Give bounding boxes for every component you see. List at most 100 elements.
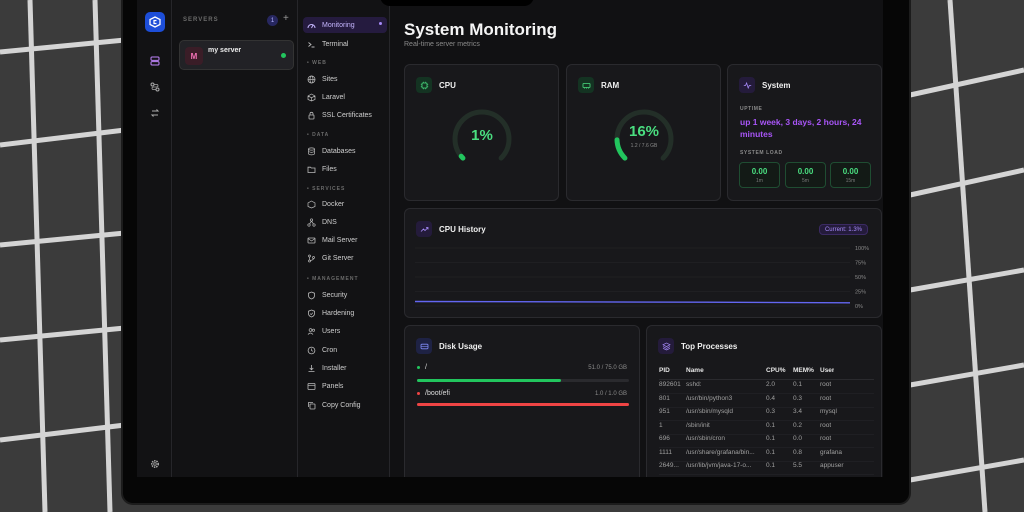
- load-value: 0.00: [751, 167, 768, 176]
- nav-item-copy-config[interactable]: Copy Config: [303, 397, 387, 413]
- panel-icon: [307, 382, 316, 391]
- nav-section-management: • MANAGEMENT: [307, 276, 359, 282]
- servers-panel: SERVERS 1 + M my server: [173, 0, 298, 477]
- process-user: root: [820, 435, 832, 442]
- nav-item-terminal[interactable]: Terminal: [303, 36, 387, 52]
- ram-card: RAM 16% 1.2 / 7.6 GB: [566, 64, 721, 201]
- nav-item-laravel[interactable]: Laravel: [303, 89, 387, 105]
- disk-bar-fill: [417, 379, 562, 382]
- nav-item-sites[interactable]: Sites: [303, 71, 387, 87]
- disk-title: Disk Usage: [439, 342, 483, 351]
- nav-label: Panels: [322, 382, 344, 390]
- nav-item-security[interactable]: Security: [303, 287, 387, 303]
- disk-mount: /: [425, 364, 427, 371]
- clock-icon: [307, 346, 316, 355]
- cpu-chip-icon: [416, 77, 432, 93]
- cpu-history-title: CPU History: [439, 225, 486, 234]
- nav-item-monitoring[interactable]: Monitoring: [303, 17, 387, 33]
- cpu-title: CPU: [439, 81, 456, 90]
- nav-item-cron[interactable]: Cron: [303, 342, 387, 358]
- nav-label: DNS: [322, 218, 337, 226]
- route-rail-icon[interactable]: [146, 78, 164, 96]
- app-logo-icon[interactable]: [145, 12, 165, 32]
- nav-label: Hardening: [322, 309, 355, 317]
- nav-item-hardening[interactable]: Hardening: [303, 305, 387, 321]
- process-row[interactable]: 1111/usr/share/grafana/bin... 0.1 0.8 grafa…: [659, 449, 874, 462]
- process-name: /usr/sbin/cron: [686, 435, 726, 442]
- cpu-history-card: CPU History Current: 1.3% 100% 75% 50% 25% 0…: [404, 208, 882, 318]
- process-cpu: 2.0: [766, 381, 776, 388]
- nav-item-mail-server[interactable]: Mail Server: [303, 232, 387, 248]
- nav-item-dns[interactable]: DNS: [303, 214, 387, 230]
- main-content: System Monitoring Real-time server metri…: [391, 0, 883, 477]
- processes-title: Top Processes: [681, 342, 738, 351]
- process-pid: 801: [659, 394, 670, 402]
- server-name: my server: [208, 47, 242, 54]
- col-pid: PID: [659, 367, 670, 374]
- nav-label: Files: [322, 165, 337, 173]
- shield-icon: [307, 291, 316, 300]
- nav-item-users[interactable]: Users: [303, 323, 387, 339]
- activity-icon: [739, 77, 755, 93]
- process-row[interactable]: 801/usr/bin/python3 0.4 0.3 root: [659, 395, 874, 408]
- disk-bar-track: [417, 403, 629, 406]
- process-cpu: 0.1: [766, 421, 776, 429]
- mail-icon: [307, 236, 316, 245]
- process-pid: 951: [659, 408, 670, 415]
- process-user: root: [820, 394, 832, 402]
- process-row[interactable]: 1/sbin/init 0.1 0.2 root: [659, 422, 874, 435]
- uptime-label: UPTIME: [740, 106, 763, 112]
- server-card[interactable]: M my server: [179, 40, 294, 70]
- process-pid: 892601: [659, 381, 681, 388]
- servers-count-badge: 1: [267, 15, 278, 26]
- feature-nav: Monitoring Terminal • WEB Sites Laravel …: [298, 0, 390, 477]
- process-row[interactable]: 892601 sshd: 2.0 0.1 root: [659, 381, 874, 394]
- nav-item-git-server[interactable]: Git Server: [303, 250, 387, 266]
- page-title: System Monitoring: [404, 20, 558, 39]
- settings-gear-icon[interactable]: [146, 455, 164, 473]
- camera-notch: [380, 0, 534, 6]
- disk-mount: /boot/efi: [425, 390, 450, 397]
- nav-item-panels[interactable]: Panels: [303, 378, 387, 394]
- memory-icon: [578, 77, 594, 93]
- ram-title: RAM: [601, 81, 620, 90]
- process-user: root: [820, 381, 832, 388]
- shield-check-icon: [307, 309, 316, 318]
- process-row[interactable]: 696/usr/sbin/cron 0.1 0.0 root: [659, 435, 874, 448]
- gauge-icon: [307, 21, 316, 30]
- page-subtitle: Real-time server metrics: [404, 41, 480, 48]
- add-server-button[interactable]: +: [283, 13, 289, 24]
- ram-value: 16%: [628, 123, 660, 140]
- y-tick-label: 100%: [855, 246, 869, 252]
- nav-label: Monitoring: [322, 21, 355, 29]
- sync-rail-icon[interactable]: [146, 104, 164, 122]
- col-cpu: CPU%: [766, 367, 786, 374]
- servers-header: SERVERS: [183, 17, 219, 23]
- nav-item-docker[interactable]: Docker: [303, 196, 387, 212]
- disk-icon: [416, 338, 432, 354]
- nav-item-installer[interactable]: Installer: [303, 360, 387, 376]
- load-label: 5m: [802, 178, 809, 184]
- nav-label: Git Server: [322, 254, 354, 262]
- folder-icon: [307, 165, 316, 174]
- servers-rail-icon[interactable]: [146, 52, 164, 70]
- system-card: System UPTIME up 1 week, 3 days, 2 hours…: [727, 64, 882, 201]
- disk-bar-track: [417, 379, 629, 382]
- process-cpu: 0.1: [766, 435, 776, 442]
- nav-item-files[interactable]: Files: [303, 161, 387, 177]
- disk-usage-text: 51.0 / 75.0 GB: [588, 365, 627, 371]
- process-pid: 1111: [659, 448, 673, 456]
- process-row[interactable]: 2649... /usr/lib/jvm/java-17-o... 0.1 5.5 ap…: [659, 462, 874, 475]
- layers-icon: [658, 338, 674, 354]
- current-cpu-badge: Current: 1.3%: [818, 224, 868, 235]
- process-row[interactable]: 951/usr/sbin/mysqld 0.3 3.4 mysql: [659, 408, 874, 421]
- nav-label: Laravel: [322, 93, 345, 101]
- process-name: /sbin/init: [686, 421, 710, 429]
- nav-item-databases[interactable]: Databases: [303, 143, 387, 159]
- nav-label: Cron: [322, 346, 338, 354]
- process-cpu: 0.1: [766, 448, 776, 456]
- nav-item-ssl-certificates[interactable]: SSL Certificates: [303, 107, 387, 123]
- process-mem: 3.4: [793, 408, 803, 415]
- cpu-card: CPU 1%: [404, 64, 559, 201]
- process-pid: 696: [659, 435, 670, 442]
